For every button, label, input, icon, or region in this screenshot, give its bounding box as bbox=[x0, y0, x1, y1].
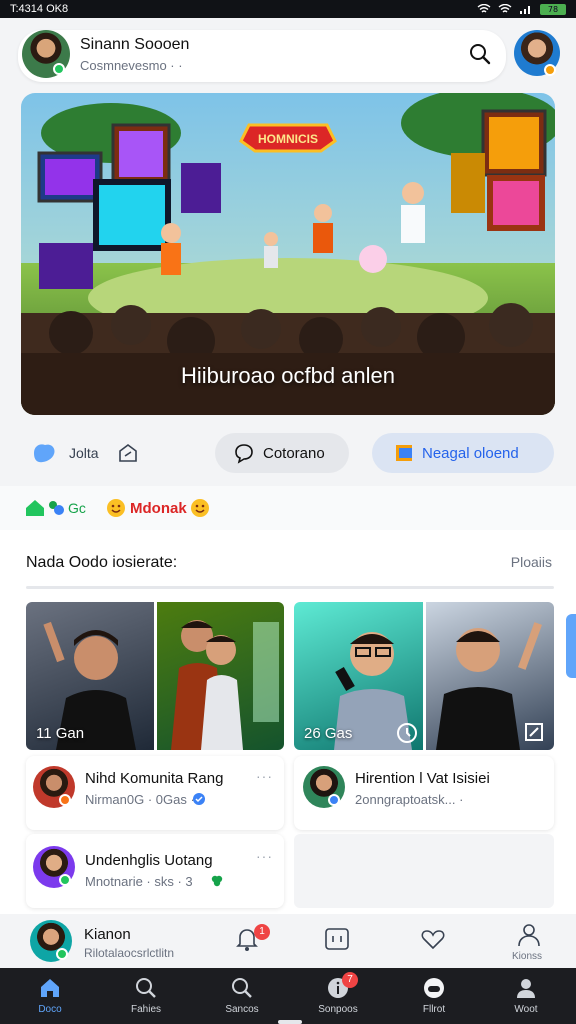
user-status-icon bbox=[56, 948, 68, 960]
post-actions: Jolta Cotorano Neagal oloend bbox=[0, 425, 576, 481]
gamepad-icon bbox=[424, 978, 444, 998]
bottom-tab-bar: Doco Fahies Sancos 7 Sonpoos Fllrot Woot bbox=[0, 968, 576, 1024]
member-name: Nihd Komunita Rang bbox=[85, 770, 224, 787]
tab-badge: 7 bbox=[342, 972, 358, 988]
video-thumbnail[interactable] bbox=[426, 602, 554, 750]
member-meta: 2onngraptoatsk... · bbox=[355, 792, 464, 807]
member-name: Undenhglis Uotang bbox=[85, 852, 213, 869]
search-icon bbox=[136, 978, 156, 998]
section-title: Nada Oodo iosierate: bbox=[26, 554, 178, 571]
tab-label: Doco bbox=[38, 1004, 62, 1015]
profile-name: Sinann Soooen bbox=[80, 36, 190, 53]
tab-games[interactable]: Fllrot bbox=[386, 968, 482, 1024]
people-icon[interactable] bbox=[47, 499, 65, 517]
more-options-icon[interactable]: ··· bbox=[256, 768, 273, 784]
member-meta: Nirman0G · 0Gas · bbox=[85, 792, 195, 807]
side-drawer-handle[interactable] bbox=[566, 614, 576, 678]
comment-label: Cotorano bbox=[263, 444, 325, 462]
chat-icon[interactable] bbox=[322, 924, 352, 954]
status-bar: T:4314 OK8 78 bbox=[0, 0, 576, 18]
tab-label: Woot bbox=[514, 1004, 538, 1015]
like-icon[interactable] bbox=[30, 439, 58, 467]
share-icon bbox=[396, 445, 412, 461]
profile-label: Kionss bbox=[512, 951, 543, 962]
expand-icon[interactable] bbox=[524, 722, 544, 742]
search-icon[interactable] bbox=[466, 40, 494, 68]
timer-icon bbox=[397, 723, 417, 743]
home-indicator bbox=[278, 1020, 302, 1024]
reaction-left-label[interactable]: Gc bbox=[68, 500, 86, 516]
reaction-right-label[interactable]: Mdonak bbox=[130, 500, 187, 517]
quick-user-subtitle: Rilotalaocsrlctlitn bbox=[84, 946, 175, 960]
house-icon[interactable] bbox=[24, 498, 46, 518]
hero-banner[interactable]: HOMNICIS Hiiburoao ocfbd anlen bbox=[21, 93, 555, 415]
tab-home[interactable]: Doco bbox=[2, 968, 98, 1024]
tab-label: Fahies bbox=[130, 1004, 161, 1015]
share-button[interactable]: Neagal oloend bbox=[372, 433, 554, 473]
quick-actions-row: Kianon Rilotalaocsrlctlitn 1 Kionss bbox=[0, 914, 576, 968]
comment-button[interactable]: Cotorano bbox=[215, 433, 349, 473]
person-icon bbox=[517, 979, 535, 998]
member-status-icon bbox=[59, 874, 71, 886]
wifi-icon bbox=[477, 4, 491, 13]
share-label: Neagal oloend bbox=[422, 444, 519, 462]
member-status-icon bbox=[59, 794, 71, 806]
bell-badge: 1 bbox=[254, 924, 270, 940]
section-divider bbox=[26, 586, 554, 589]
emoji-icon[interactable] bbox=[106, 498, 126, 518]
thumbnail-person-image bbox=[171, 620, 279, 750]
heart-icon[interactable] bbox=[418, 924, 448, 954]
member-status-icon bbox=[328, 794, 340, 806]
search-icon bbox=[232, 978, 252, 998]
thumbnail-count: 26 Gas bbox=[304, 725, 353, 742]
comment-icon bbox=[235, 444, 253, 464]
tab-label: Sancos bbox=[225, 1004, 259, 1015]
status-time: T:4314 OK8 bbox=[10, 3, 69, 15]
share-outline-icon[interactable] bbox=[116, 441, 140, 465]
tab-label: Sonpoos bbox=[318, 1004, 358, 1015]
reactions-row: Gc Mdonak bbox=[0, 486, 576, 530]
signal-icon bbox=[520, 6, 530, 14]
header: Sinann Soooen Cosmnevesmo · · bbox=[0, 18, 576, 90]
tab-label: Fllrot bbox=[422, 1004, 446, 1015]
member-name: Hirention l Vat Isisiei bbox=[355, 770, 490, 787]
tab-search[interactable]: Sancos bbox=[194, 968, 290, 1024]
video-thumbnail[interactable]: 11 Gan bbox=[26, 602, 154, 750]
emoji-icon-secondary[interactable] bbox=[190, 498, 210, 518]
member-meta: Mnotnarie · sks · 3 bbox=[85, 874, 193, 889]
account-status-icon bbox=[544, 64, 556, 76]
status-icons: 78 bbox=[477, 3, 566, 15]
empty-card-slot bbox=[294, 834, 554, 908]
tab-explore[interactable]: Fahies bbox=[98, 968, 194, 1024]
hero-logo-text: HOMNICIS bbox=[258, 132, 318, 146]
profile-icon[interactable] bbox=[514, 920, 544, 950]
thumbnail-count: 11 Gan bbox=[36, 725, 85, 742]
battery-icon: 78 bbox=[540, 3, 566, 15]
wifi-icon-secondary bbox=[498, 4, 512, 13]
more-options-icon[interactable]: ··· bbox=[256, 848, 273, 864]
home-icon bbox=[41, 979, 59, 997]
quick-user-name: Kianon bbox=[84, 926, 131, 943]
hero-caption: Hiiburoao ocfbd anlen bbox=[180, 363, 396, 388]
video-thumbnail[interactable] bbox=[157, 602, 284, 750]
profile-subtitle: Cosmnevesmo · · bbox=[80, 58, 183, 73]
people-section: Nada Oodo iosierate: Ploaiis 11 Gan 26 G… bbox=[0, 530, 576, 914]
section-more-link[interactable]: Ploaiis bbox=[511, 554, 552, 570]
tab-sponsored[interactable]: 7 Sonpoos bbox=[290, 968, 386, 1024]
clover-icon bbox=[211, 875, 223, 887]
tab-profile[interactable]: Woot bbox=[478, 968, 574, 1024]
like-label[interactable]: Jolta bbox=[69, 445, 99, 461]
verified-icon bbox=[193, 793, 205, 805]
online-status-icon bbox=[53, 63, 65, 75]
